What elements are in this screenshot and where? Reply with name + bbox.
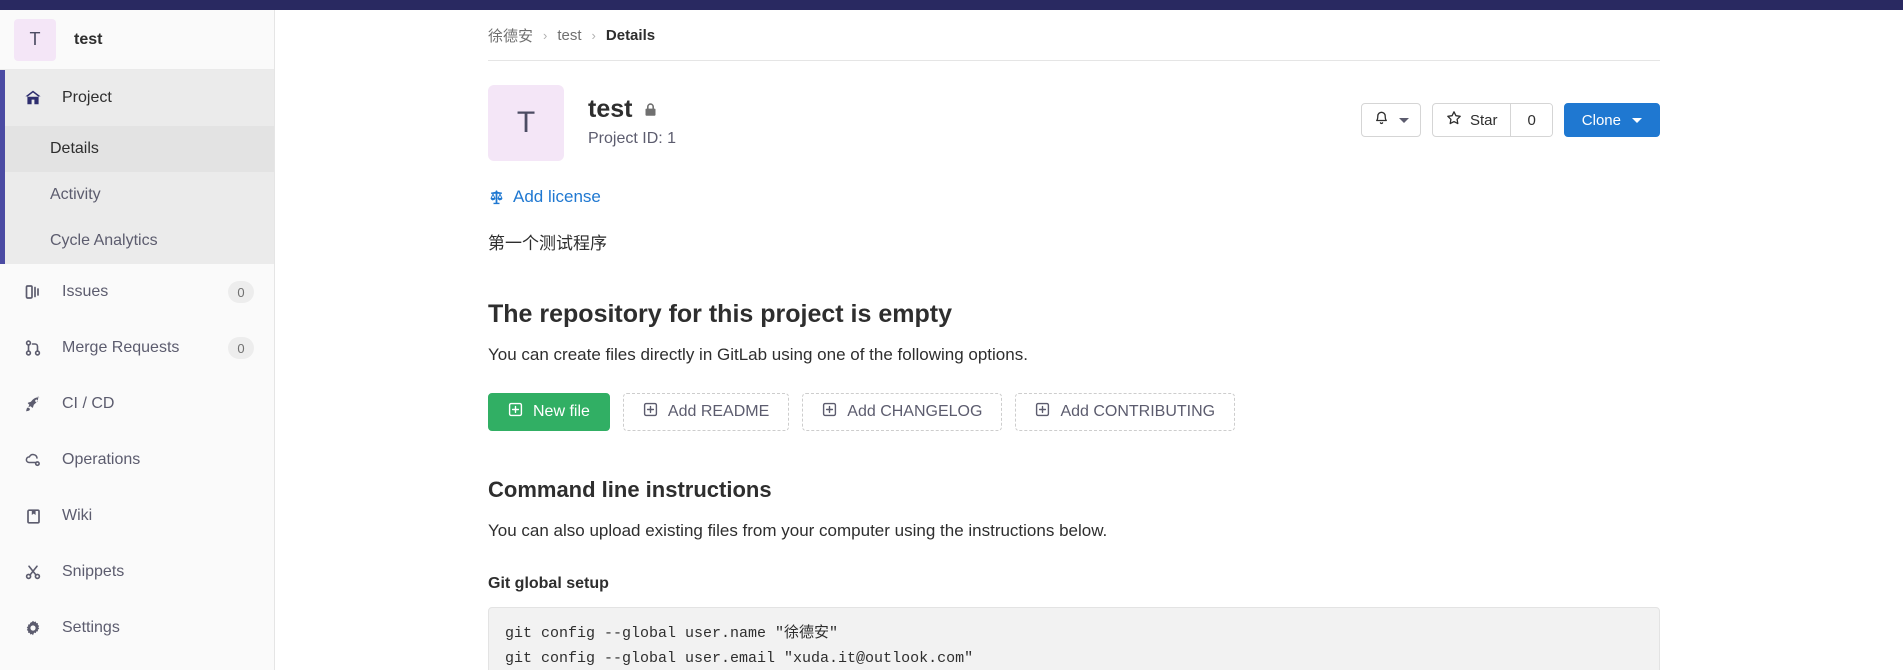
plus-square-icon [643, 402, 658, 422]
sidebar-item-label: CI / CD [62, 395, 115, 412]
empty-repo-subtitle: You can create files directly in GitLab … [488, 345, 1028, 364]
sidebar-subitem-label: Activity [50, 186, 101, 203]
sidebar-item-issues[interactable]: Issues 0 [0, 264, 274, 320]
lock-icon [643, 102, 658, 118]
add-contributing-label: Add CONTRIBUTING [1060, 403, 1216, 420]
sidebar-item-label: Operations [62, 451, 141, 468]
empty-repo-actions: New file Add README Add CHANGELOG Add CO… [488, 393, 1660, 431]
notification-dropdown-button[interactable] [1360, 103, 1421, 137]
sidebar-item-label: Issues [62, 283, 109, 300]
merge-request-icon [22, 337, 44, 359]
sidebar-subitem-label: Cycle Analytics [50, 232, 158, 249]
sidebar-item-wiki[interactable]: Wiki [0, 488, 274, 544]
status-badge: 0 [228, 337, 254, 359]
status-badge: 0 [228, 281, 254, 303]
book-icon [22, 505, 44, 527]
project-id: Project ID: 1 [588, 130, 677, 147]
breadcrumb-project[interactable]: test [557, 27, 581, 44]
git-global-setup-label: Git global setup [488, 575, 609, 592]
project-actions: Star 0 Clone [1360, 103, 1660, 137]
project-description: 第一个测试程序 [488, 234, 607, 253]
star-button[interactable]: Star [1433, 104, 1511, 136]
sidebar-item-details[interactable]: Details [0, 126, 274, 172]
code-line: git config --global user.name "徐德安" [505, 625, 839, 642]
sidebar-section-project: Project Details Activity Cycle Analytics [0, 70, 274, 264]
chevron-right-icon: › [543, 27, 548, 43]
project-header: T test Project ID: 1 Star 0 Clone [488, 85, 1660, 161]
avatar: T [488, 85, 564, 161]
plus-square-icon [508, 402, 523, 422]
star-count: 0 [1510, 104, 1552, 136]
sidebar: T test Project Details Activity Cycle An… [0, 10, 275, 670]
plus-square-icon [822, 402, 837, 422]
scale-icon [488, 189, 505, 206]
add-changelog-button[interactable]: Add CHANGELOG [802, 393, 1003, 431]
clone-button[interactable]: Clone [1563, 103, 1660, 137]
sidebar-project-header[interactable]: T test [0, 10, 274, 70]
sidebar-item-settings[interactable]: Settings [0, 600, 274, 656]
sidebar-item-project[interactable]: Project [0, 70, 274, 126]
star-icon [1446, 110, 1462, 130]
sidebar-item-label: Wiki [62, 507, 93, 524]
add-readme-button[interactable]: Add README [622, 393, 790, 431]
sidebar-item-ci-cd[interactable]: CI / CD [0, 376, 274, 432]
sidebar-item-activity[interactable]: Activity [0, 172, 274, 218]
sidebar-item-label: Settings [62, 619, 120, 636]
rocket-icon [22, 393, 44, 415]
sidebar-item-cycle-analytics[interactable]: Cycle Analytics [0, 218, 274, 264]
sidebar-item-merge-requests[interactable]: Merge Requests 0 [0, 320, 274, 376]
add-license-row[interactable]: Add license [488, 187, 1660, 207]
gear-icon [22, 617, 44, 639]
code-line: git config --global user.email "xuda.it@… [505, 649, 974, 667]
chevron-right-icon: › [591, 27, 596, 43]
star-group: Star 0 [1431, 103, 1553, 137]
issues-icon [22, 281, 44, 303]
cli-instructions-title: Command line instructions [488, 477, 772, 502]
sidebar-item-label: Merge Requests [62, 339, 180, 356]
breadcrumb: 徐德安 › test › Details [275, 10, 1903, 60]
scissors-icon [22, 561, 44, 583]
add-license-link[interactable]: Add license [513, 187, 601, 207]
empty-repo-title: The repository for this project is empty [488, 300, 952, 328]
add-contributing-button[interactable]: Add CONTRIBUTING [1015, 393, 1236, 431]
sidebar-item-snippets[interactable]: Snippets [0, 544, 274, 600]
operations-cloud-icon [22, 449, 44, 471]
add-readme-label: Add README [667, 403, 770, 420]
add-changelog-label: Add CHANGELOG [847, 403, 983, 420]
breadcrumb-current: Details [605, 26, 656, 44]
breadcrumb-divider [488, 60, 1660, 61]
sidebar-item-operations[interactable]: Operations [0, 432, 274, 488]
plus-square-icon [1035, 402, 1050, 422]
chevron-down-icon [1632, 117, 1642, 123]
main-content: 徐德安 › test › Details T test Project ID: … [275, 10, 1903, 670]
star-label: Star [1469, 111, 1498, 129]
sidebar-subitem-label: Details [50, 140, 99, 157]
chevron-down-icon [1398, 117, 1409, 123]
sidebar-item-label: Snippets [62, 563, 125, 580]
home-icon [22, 87, 44, 109]
sidebar-item-label: Project [62, 89, 112, 106]
page-title: test [588, 95, 633, 123]
breadcrumb-owner[interactable]: 徐德安 [488, 25, 533, 46]
new-file-button[interactable]: New file [488, 393, 610, 431]
new-file-label: New file [533, 403, 590, 420]
bell-icon [1373, 110, 1390, 131]
sidebar-project-avatar: T [14, 18, 56, 61]
clone-label: Clone [1581, 111, 1621, 129]
git-global-setup-code[interactable]: git config --global user.name "徐德安" git … [488, 607, 1660, 670]
top-navigation-bar [0, 0, 1903, 10]
cli-instructions-subtitle: You can also upload existing files from … [488, 521, 1108, 540]
sidebar-project-name: test [74, 30, 103, 48]
